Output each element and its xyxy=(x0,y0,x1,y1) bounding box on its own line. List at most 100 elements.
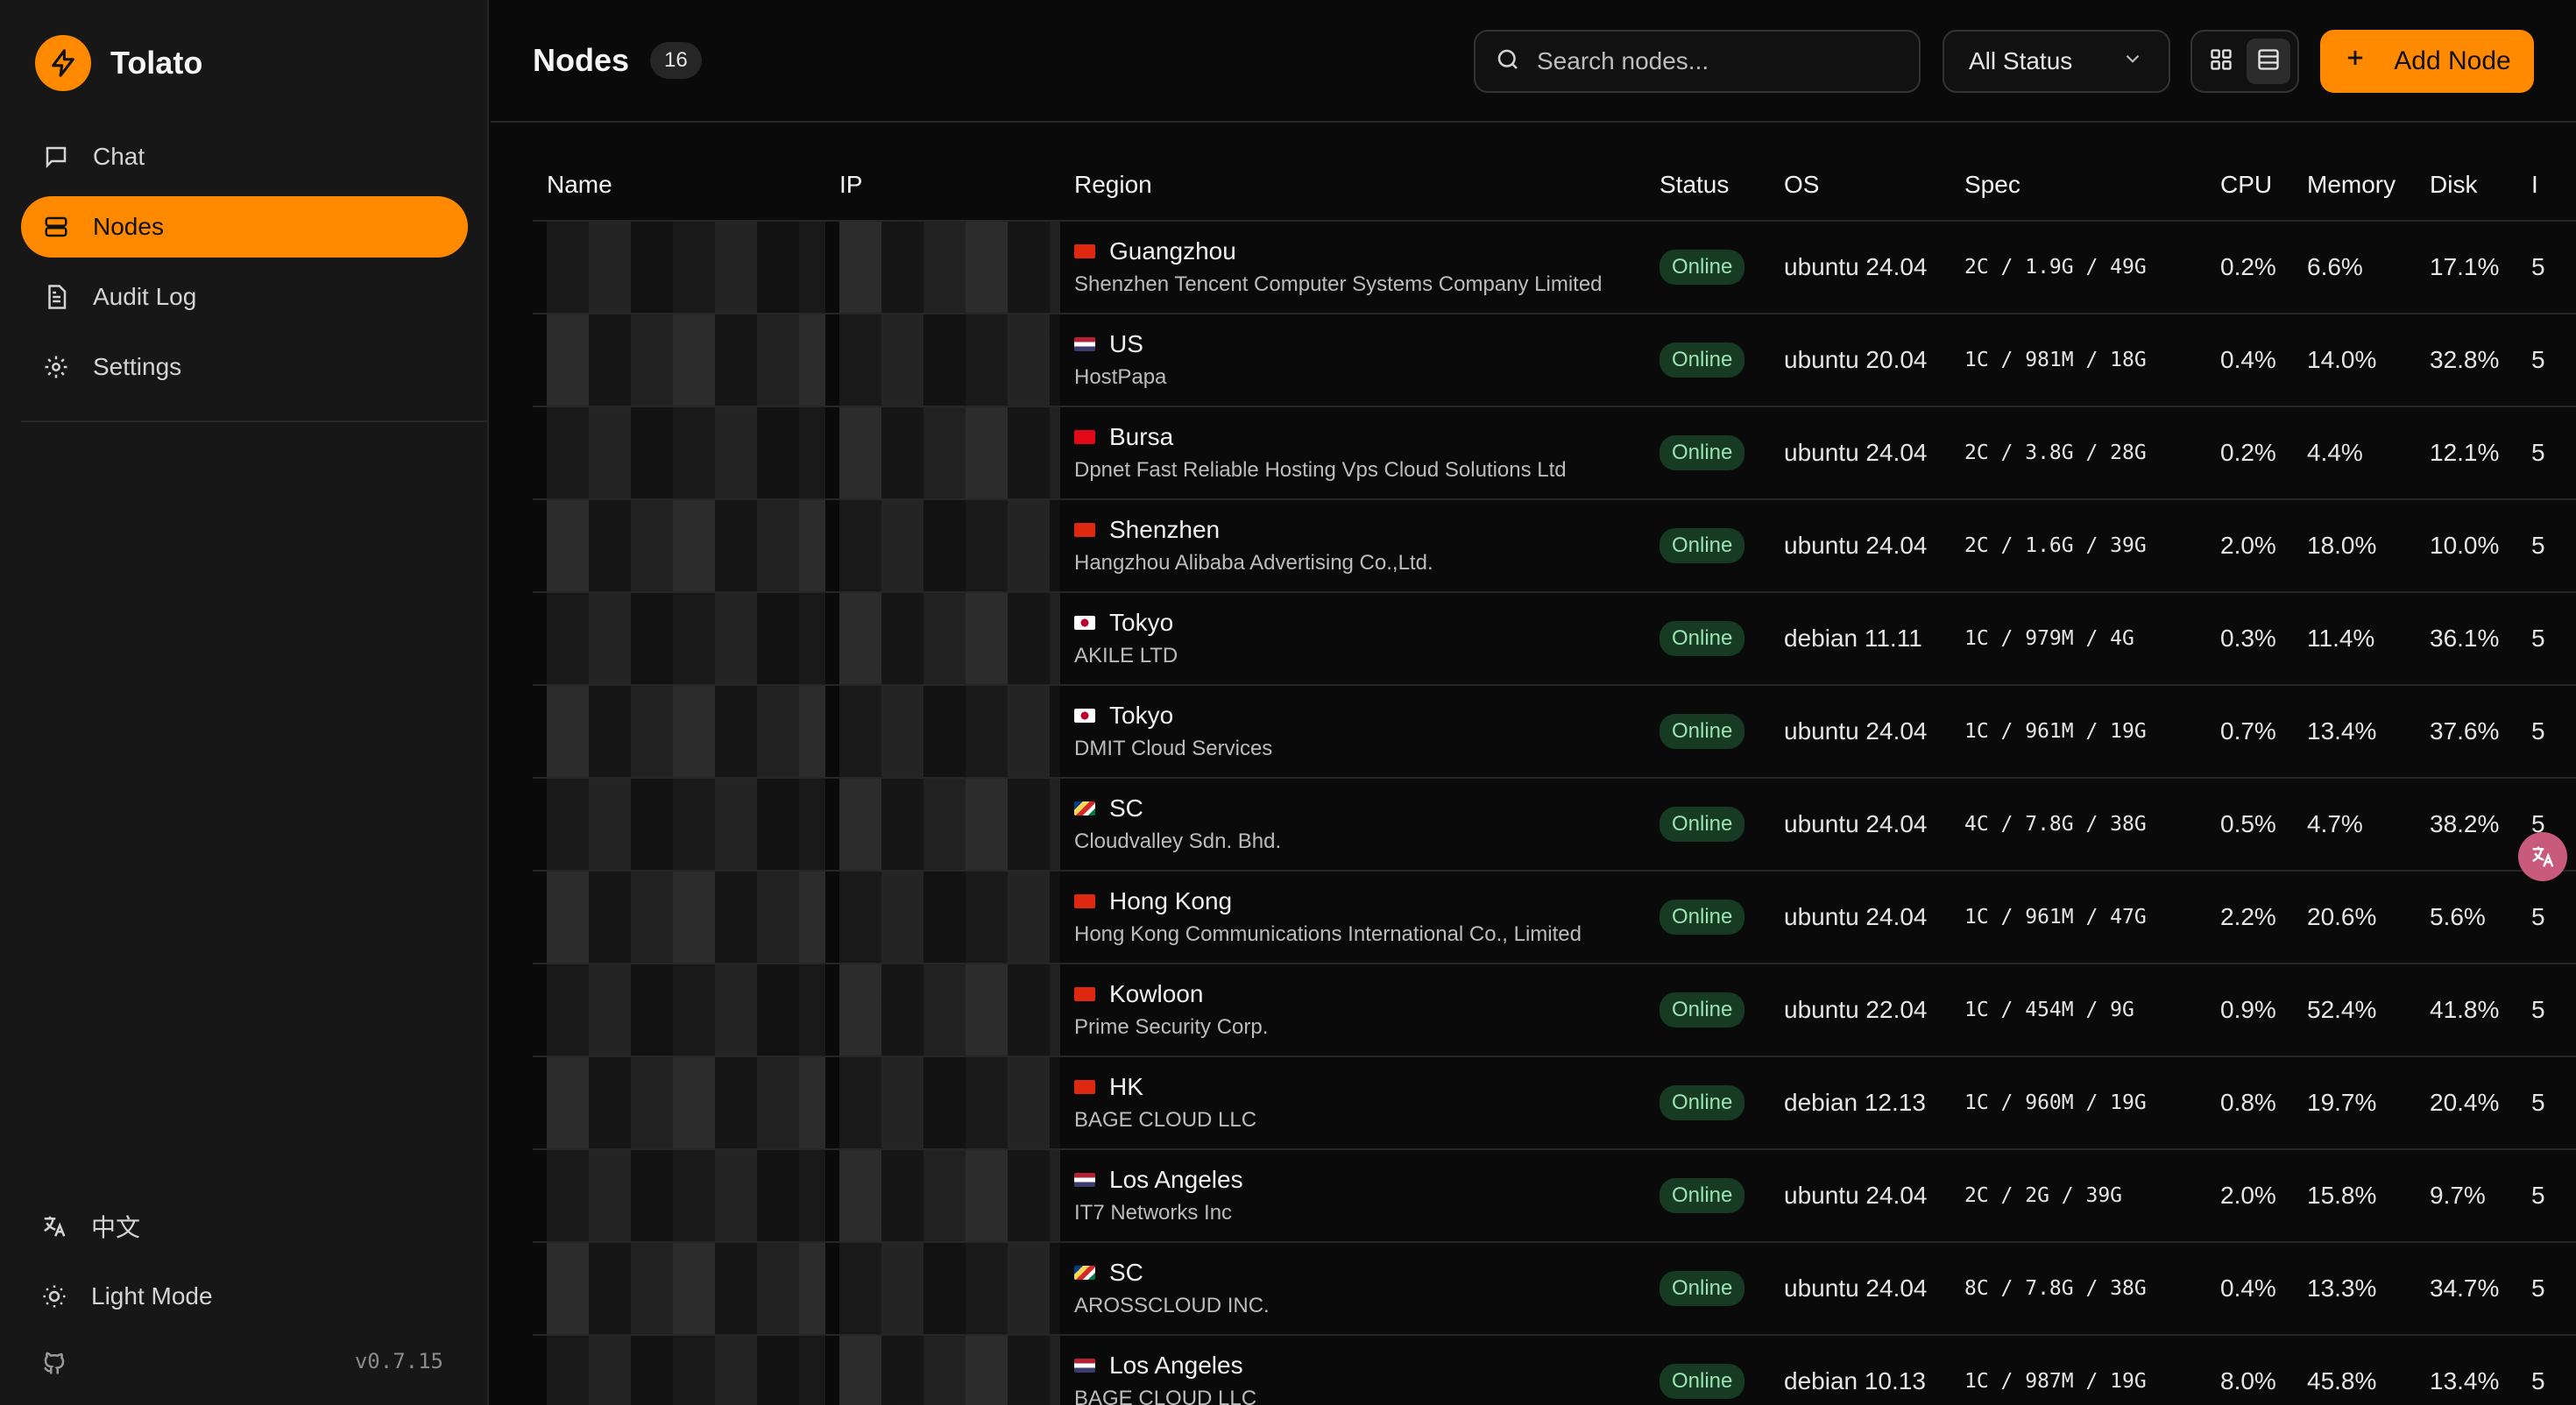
table-row[interactable]: Bursa Dpnet Fast Reliable Hosting Vps Clo… xyxy=(533,406,2576,500)
list-view-button[interactable] xyxy=(2247,39,2290,84)
translate-icon xyxy=(39,1211,70,1242)
node-name-cell xyxy=(533,778,825,872)
translate-fab-icon[interactable] xyxy=(2518,832,2567,881)
spec-cell: 1C / 981M / 18G xyxy=(1950,314,2206,407)
document-icon xyxy=(40,281,72,313)
redacted-ip xyxy=(839,1150,1060,1240)
column-header-cpu[interactable]: CPU xyxy=(2206,149,2293,222)
flag-icon xyxy=(1074,430,1095,444)
status-cell: Online xyxy=(1645,1149,1770,1243)
column-header-memory[interactable]: Memory xyxy=(2293,149,2416,222)
status-cell: Online xyxy=(1645,778,1770,872)
table-row[interactable]: Tokyo DMIT Cloud Services Online ubuntu 24.… xyxy=(533,685,2576,779)
cpu-cell: 0.4% xyxy=(2206,1242,2293,1336)
redacted-name xyxy=(547,1057,825,1147)
redacted-name xyxy=(547,686,825,776)
status-badge: Online xyxy=(1660,714,1745,749)
table-row[interactable]: Guangzhou Shenzhen Tencent Computer Syste… xyxy=(533,221,2576,314)
status-cell: Online xyxy=(1645,964,1770,1057)
add-node-label: Add Node xyxy=(2394,46,2511,75)
search-box[interactable] xyxy=(1474,30,1921,93)
node-name-cell xyxy=(533,592,825,686)
table-row[interactable]: US HostPapa Online ubuntu 20.04 1C / 981M / … xyxy=(533,314,2576,407)
column-header-name[interactable]: Name xyxy=(533,149,825,222)
sidebar-item-audit-log[interactable]: Audit Log xyxy=(21,266,468,328)
os-cell: ubuntu 24.04 xyxy=(1770,1149,1950,1243)
spec-cell: 8C / 7.8G / 38G xyxy=(1950,1242,2206,1336)
table-row[interactable]: HK BAGE CLOUD LLC Online debian 12.13 1C / 9… xyxy=(533,1056,2576,1150)
sidebar-item-chat[interactable]: Chat xyxy=(21,126,468,187)
redacted-ip xyxy=(839,1336,1060,1405)
os-cell: ubuntu 24.04 xyxy=(1770,871,1950,964)
column-header-ip[interactable]: IP xyxy=(825,149,1060,222)
region-city: Tokyo xyxy=(1109,609,1174,636)
memory-cell: 18.0% xyxy=(2293,499,2416,593)
chevron-down-icon xyxy=(2121,47,2144,76)
table-row[interactable]: SC AROSSCLOUD INC. Online ubuntu 24.04 8C / … xyxy=(533,1242,2576,1336)
table-header-row: Name IP Region Status OS Spec CPU Memory… xyxy=(533,149,2576,222)
table-row[interactable]: Tokyo AKILE LTD Online debian 11.11 1C / 979… xyxy=(533,592,2576,686)
sidebar-item-nodes[interactable]: Nodes xyxy=(21,196,468,258)
status-cell: Online xyxy=(1645,1242,1770,1336)
region-cell: Tokyo DMIT Cloud Services xyxy=(1060,685,1645,779)
status-filter-select[interactable]: All Status xyxy=(1943,30,2170,93)
table-row[interactable]: Los Angeles IT7 Networks Inc Online ubuntu … xyxy=(533,1149,2576,1243)
sidebar-item-settings[interactable]: Settings xyxy=(21,336,468,398)
flag-icon xyxy=(1074,894,1095,908)
more-cell: 5 xyxy=(2517,592,2576,686)
nodes-table-body: Guangzhou Shenzhen Tencent Computer Syste… xyxy=(533,221,2576,1405)
column-header-region[interactable]: Region xyxy=(1060,149,1645,222)
table-row[interactable]: Los Angeles BAGE CLOUD LLC Online debian 10… xyxy=(533,1335,2576,1405)
more-cell: 5 xyxy=(2517,685,2576,779)
region-provider: AROSSCLOUD INC. xyxy=(1074,1294,1270,1317)
node-name-cell xyxy=(533,221,825,314)
sidebar-item-label: Chat xyxy=(93,143,145,170)
region-cell: Tokyo AKILE LTD xyxy=(1060,592,1645,686)
os-cell: ubuntu 24.04 xyxy=(1770,1242,1950,1336)
grid-view-button[interactable] xyxy=(2199,39,2243,84)
table-row[interactable]: Kowloon Prime Security Corp. Online ubuntu … xyxy=(533,964,2576,1057)
more-cell: 5 xyxy=(2517,1056,2576,1150)
language-toggle[interactable]: 中文 xyxy=(21,1204,468,1249)
column-header-spec[interactable]: Spec xyxy=(1950,149,2206,222)
table-row[interactable]: SC Cloudvalley Sdn. Bhd. Online ubuntu 24.0… xyxy=(533,778,2576,872)
redacted-name xyxy=(547,872,825,962)
status-cell: Online xyxy=(1645,221,1770,314)
status-cell: Online xyxy=(1645,499,1770,593)
status-cell: Online xyxy=(1645,685,1770,779)
redacted-ip xyxy=(839,1057,1060,1147)
status-badge: Online xyxy=(1660,1085,1745,1120)
region-city: Kowloon xyxy=(1109,980,1204,1007)
redacted-ip xyxy=(839,779,1060,869)
region-city: Tokyo xyxy=(1109,702,1174,729)
node-ip-cell xyxy=(825,1056,1060,1150)
node-name-cell xyxy=(533,685,825,779)
column-header-more[interactable]: I xyxy=(2517,149,2576,222)
redacted-name xyxy=(547,407,825,498)
table-row[interactable]: Hong Kong Hong Kong Communications Intern… xyxy=(533,871,2576,964)
memory-cell: 13.4% xyxy=(2293,685,2416,779)
memory-cell: 6.6% xyxy=(2293,221,2416,314)
node-name-cell xyxy=(533,871,825,964)
status-badge: Online xyxy=(1660,992,1745,1027)
region-cell: US HostPapa xyxy=(1060,314,1645,407)
node-ip-cell xyxy=(825,221,1060,314)
region-city: US xyxy=(1109,330,1143,357)
column-header-disk[interactable]: Disk xyxy=(2416,149,2517,222)
add-node-button[interactable]: Add Node xyxy=(2320,30,2534,93)
cpu-cell: 0.4% xyxy=(2206,314,2293,407)
status-badge: Online xyxy=(1660,621,1745,656)
region-provider: Hangzhou Alibaba Advertising Co.,Ltd. xyxy=(1074,551,1433,575)
region-cell: Los Angeles BAGE CLOUD LLC xyxy=(1060,1335,1645,1405)
column-header-status[interactable]: Status xyxy=(1645,149,1770,222)
flag-icon xyxy=(1074,1173,1095,1187)
theme-toggle[interactable]: Light Mode xyxy=(21,1274,468,1319)
disk-cell: 38.2% xyxy=(2416,778,2517,872)
status-badge: Online xyxy=(1660,900,1745,935)
redacted-ip xyxy=(839,964,1060,1055)
search-input[interactable] xyxy=(1537,47,1887,75)
region-provider: Cloudvalley Sdn. Bhd. xyxy=(1074,830,1282,853)
column-header-os[interactable]: OS xyxy=(1770,149,1950,222)
brand[interactable]: Tolato xyxy=(35,35,202,91)
table-row[interactable]: Shenzhen Hangzhou Alibaba Advertising Co.… xyxy=(533,499,2576,593)
